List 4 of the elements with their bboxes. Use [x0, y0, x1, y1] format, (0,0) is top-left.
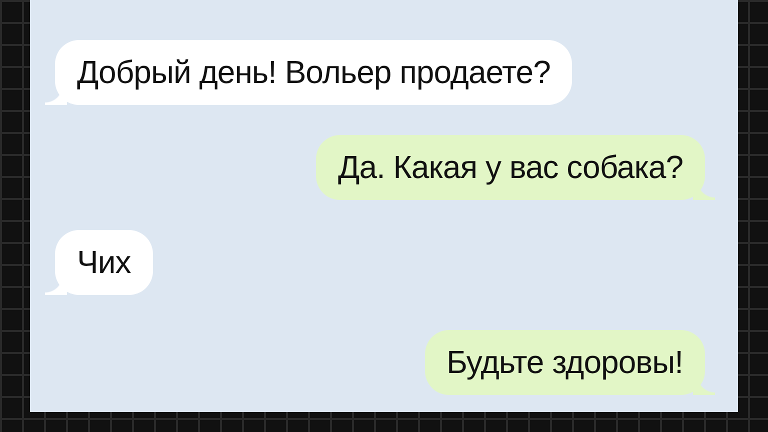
message-bubble: Будьте здоровы! — [424, 330, 715, 395]
message-bubble: Чих — [45, 230, 153, 295]
message-bubble: Да. Какая у вас собака? — [316, 135, 715, 200]
message-bubble: Добрый день! Вольер продаете? — [45, 40, 572, 105]
